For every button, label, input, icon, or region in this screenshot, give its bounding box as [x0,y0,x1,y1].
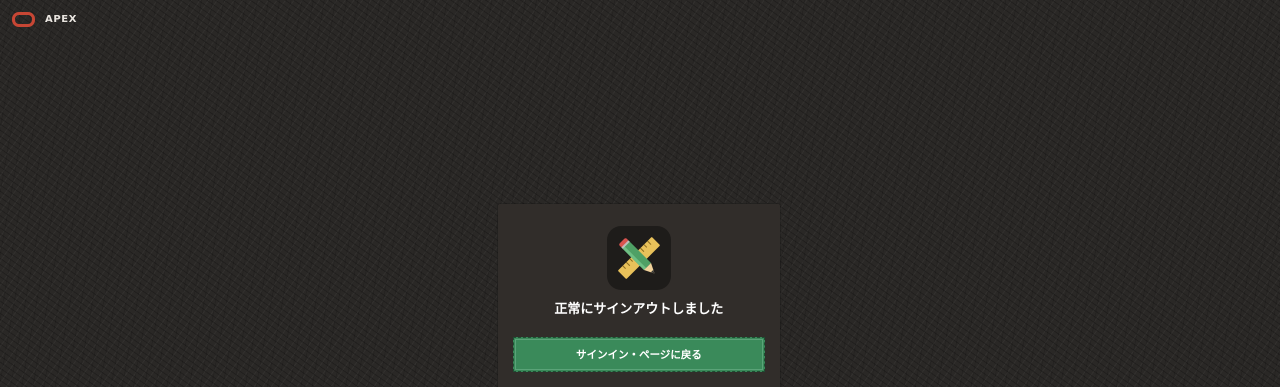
signout-message: 正常にサインアウトしました [554,302,724,317]
top-bar: APEX [12,10,77,28]
pencil-ruler-icon [607,226,671,290]
oracle-logo-icon [12,11,35,27]
signout-card: 正常にサインアウトしました サインイン・ページに戻る [498,204,780,387]
return-to-signin-button[interactable]: サインイン・ページに戻る [513,337,765,372]
app-name: APEX [45,13,78,25]
